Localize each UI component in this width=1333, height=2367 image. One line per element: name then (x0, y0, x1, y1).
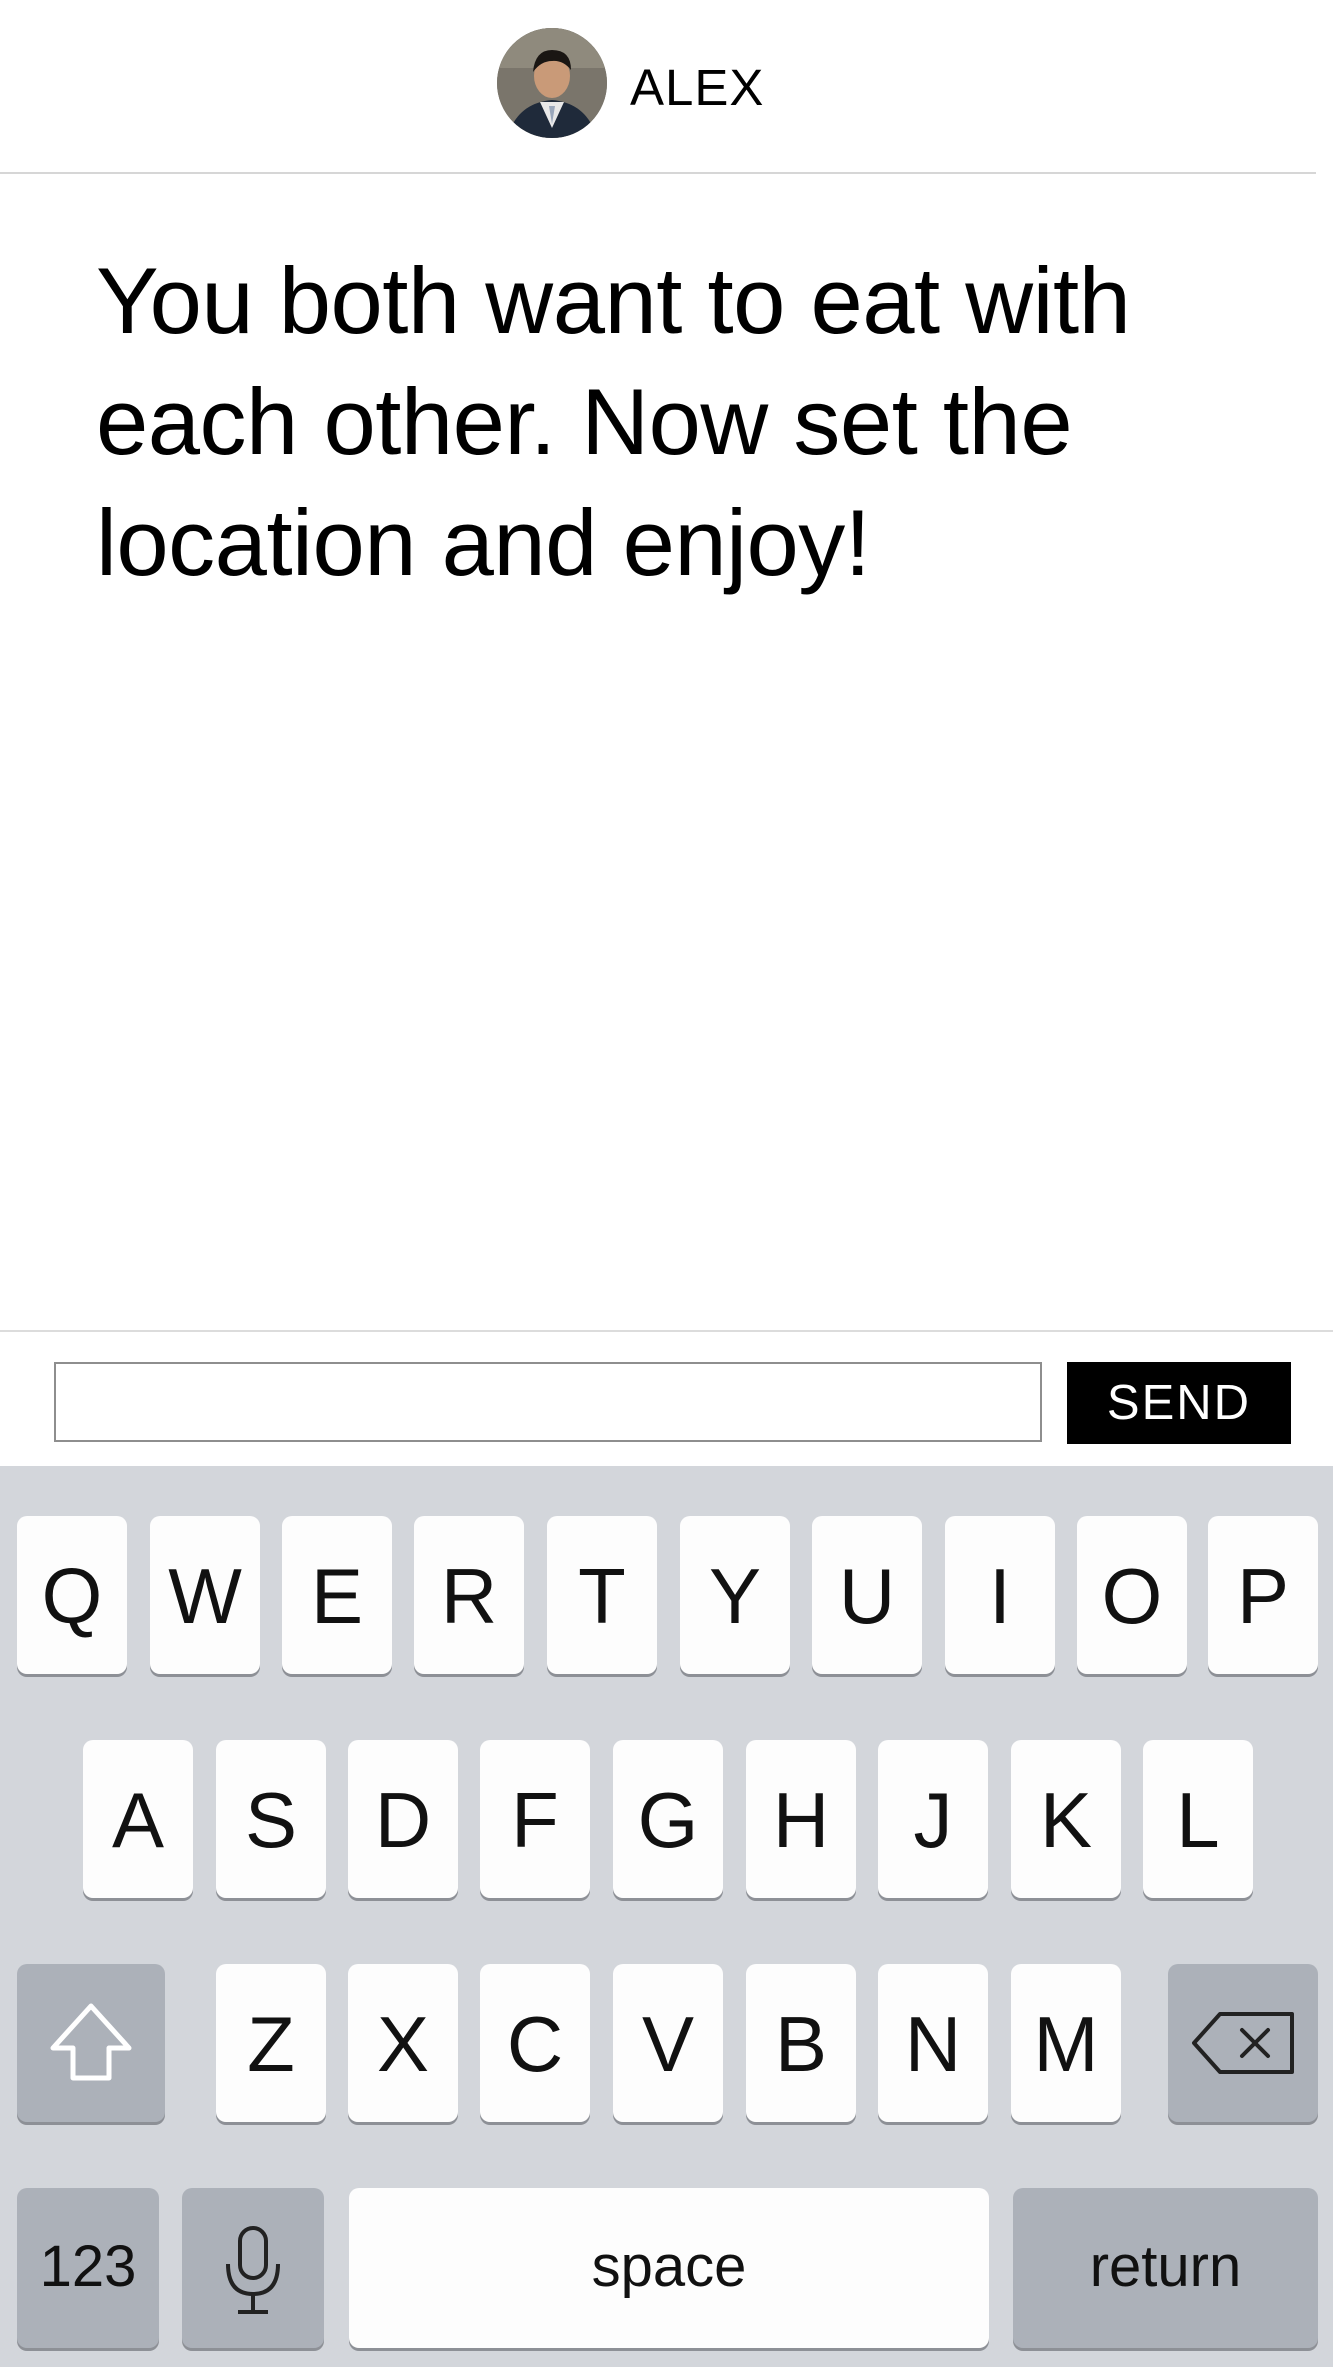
space-key[interactable]: space (349, 2188, 989, 2348)
microphone-key[interactable] (182, 2188, 324, 2348)
send-button[interactable]: SEND (1067, 1362, 1291, 1444)
key-t[interactable]: T (547, 1516, 657, 1674)
key-e[interactable]: E (282, 1516, 392, 1674)
key-w[interactable]: W (150, 1516, 260, 1674)
key-g[interactable]: G (613, 1740, 723, 1898)
message-input[interactable] (54, 1362, 1042, 1442)
keyboard: Q W E R T Y U I O P A S D F G H J K L Z … (0, 1466, 1333, 2367)
shift-key[interactable] (17, 1964, 165, 2122)
key-x[interactable]: X (348, 1964, 458, 2122)
key-n[interactable]: N (878, 1964, 988, 2122)
key-s[interactable]: S (216, 1740, 326, 1898)
key-l[interactable]: L (1143, 1740, 1253, 1898)
key-q[interactable]: Q (17, 1516, 127, 1674)
key-m[interactable]: M (1011, 1964, 1121, 2122)
key-f[interactable]: F (480, 1740, 590, 1898)
match-message: You both want to eat with each other. No… (96, 248, 1131, 595)
delete-key[interactable] (1168, 1964, 1318, 2122)
key-p[interactable]: P (1208, 1516, 1318, 1674)
key-i[interactable]: I (945, 1516, 1055, 1674)
key-r[interactable]: R (414, 1516, 524, 1674)
key-o[interactable]: O (1077, 1516, 1187, 1674)
compose-bar: SEND (0, 1330, 1333, 1466)
backspace-icon (1192, 2012, 1294, 2074)
key-j[interactable]: J (878, 1740, 988, 1898)
shift-icon (50, 2003, 132, 2081)
key-d[interactable]: D (348, 1740, 458, 1898)
key-u[interactable]: U (812, 1516, 922, 1674)
key-k[interactable]: K (1011, 1740, 1121, 1898)
contact-name: ALEX (630, 59, 765, 116)
avatar[interactable] (497, 28, 607, 138)
numbers-key[interactable]: 123 (17, 2188, 159, 2348)
key-b[interactable]: B (746, 1964, 856, 2122)
key-v[interactable]: V (613, 1964, 723, 2122)
microphone-icon (226, 2226, 280, 2314)
return-key[interactable]: return (1013, 2188, 1318, 2348)
chat-header: ALEX (0, 0, 1316, 174)
key-c[interactable]: C (480, 1964, 590, 2122)
avatar-photo-icon (497, 28, 607, 138)
key-y[interactable]: Y (680, 1516, 790, 1674)
key-z[interactable]: Z (216, 1964, 326, 2122)
key-h[interactable]: H (746, 1740, 856, 1898)
key-a[interactable]: A (83, 1740, 193, 1898)
